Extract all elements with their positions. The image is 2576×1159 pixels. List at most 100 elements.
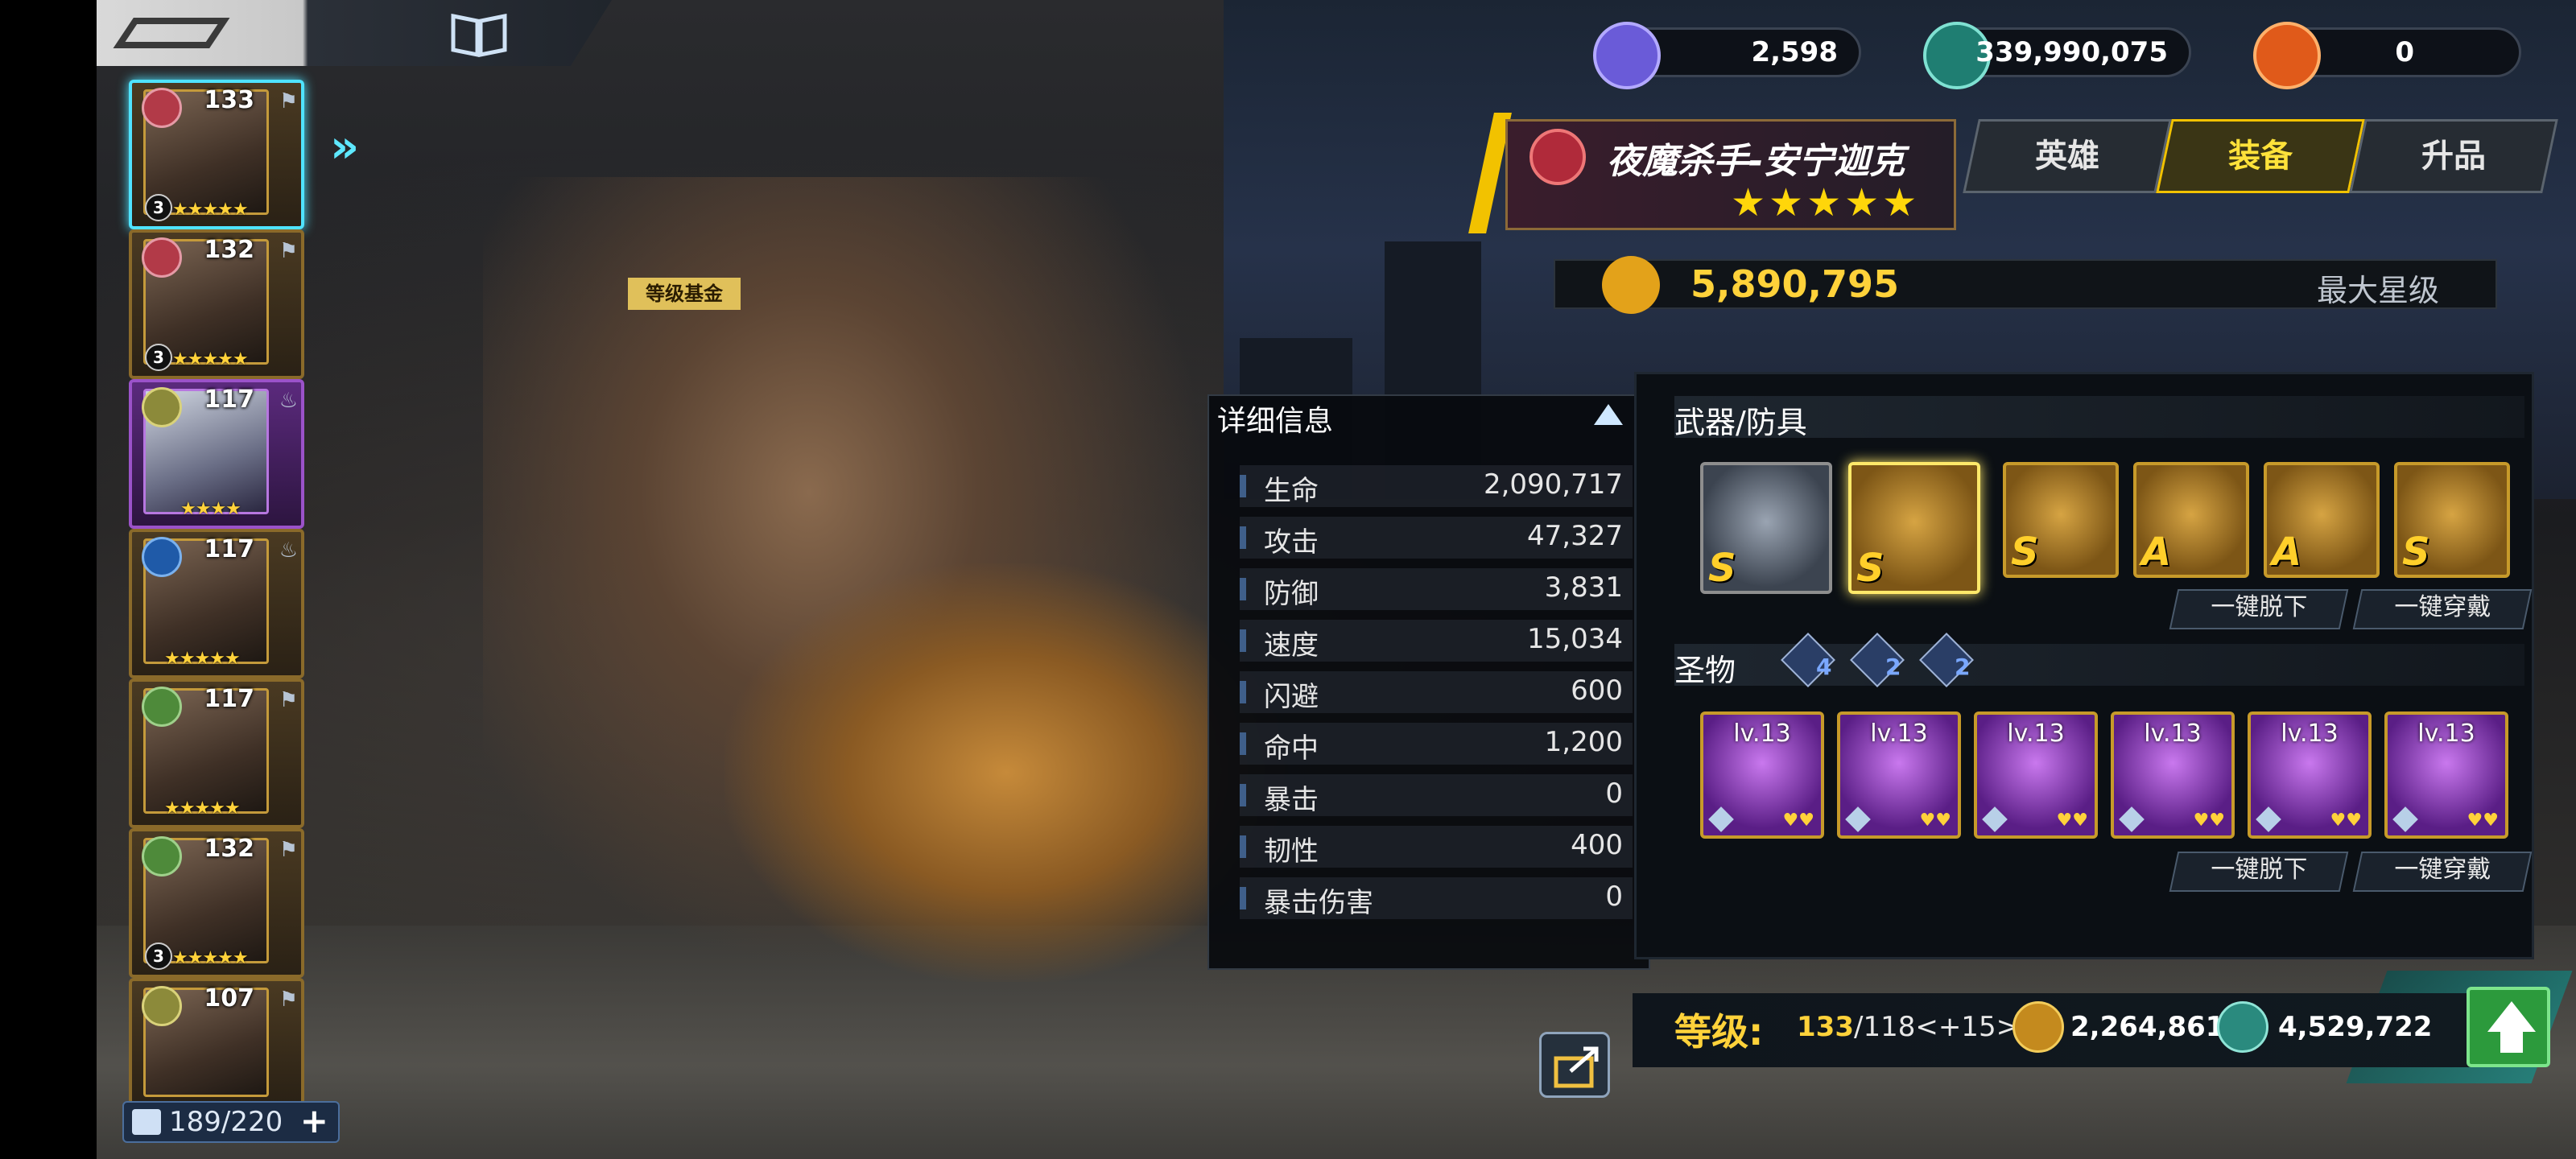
rank-badge: 3 [145, 344, 172, 371]
relic-hearts: ♥♥ [2330, 810, 2362, 831]
relic-slot[interactable]: lv.13 ♥♥ [1837, 711, 1961, 839]
gem-icon [1593, 22, 1661, 89]
tab-equipment[interactable]: 装备 [2156, 119, 2365, 193]
share-button[interactable] [1539, 1032, 1610, 1098]
hero-stars: ★★★★★ [172, 200, 249, 220]
weapon-armor-title: 武器/防具 [1674, 405, 1807, 440]
relic-level: lv.13 [2007, 720, 2065, 748]
add-slot-icon[interactable]: + [300, 1101, 328, 1140]
relic-set-count: 4 [1816, 654, 1832, 680]
collapse-triangle-icon[interactable] [1594, 404, 1623, 425]
stat-value: 2,090,717 [1483, 468, 1623, 501]
relic-title: 圣物 [1674, 653, 1736, 688]
tab-hero[interactable]: 英雄 [1963, 119, 2172, 193]
tiger-artwork [724, 563, 1288, 982]
level-cap: /118<+15> [1853, 1011, 2020, 1043]
item-grade: S [2402, 530, 2430, 575]
relic-slot[interactable]: lv.13 ♥♥ [2111, 711, 2235, 839]
hero-card[interactable]: 132 3 ★★★★★ ⚑ [129, 229, 304, 379]
relic-set-icon [1982, 806, 2008, 832]
hero-card[interactable]: 117 ★★★★ ♨ [129, 379, 304, 529]
faction-icon: ⚑ [279, 239, 298, 263]
relic-set-icon [2119, 806, 2145, 832]
rank-badge: 3 [145, 942, 172, 970]
equipment-slot[interactable]: A [2133, 462, 2249, 578]
hero-stars: ★★★★★ [164, 798, 241, 819]
relic-slot[interactable]: lv.13 ♥♥ [2248, 711, 2372, 839]
relic-level: lv.13 [1733, 720, 1791, 748]
credit-cost: 4,529,722 [2278, 1011, 2433, 1043]
stat-row: 命中 1,200 [1240, 723, 1633, 765]
credit-coin-icon [2217, 1001, 2268, 1053]
hero-level: 117 [204, 386, 254, 414]
stat-row: 速度 15,034 [1240, 620, 1633, 662]
hero-level: 132 [204, 236, 254, 264]
unequip-all-relics-button[interactable]: 一键脱下 [2169, 852, 2349, 892]
share-icon [1554, 1046, 1599, 1088]
hero-card[interactable]: 132 3 ★★★★★ ⚑ [129, 828, 304, 978]
stat-label: 命中 [1264, 732, 1319, 765]
stat-marker [1240, 681, 1246, 703]
orb-value: 0 [2395, 36, 2414, 68]
hero-card[interactable]: 117 ★★★★★ ♨ [129, 529, 304, 678]
faction-icon: ⚑ [279, 688, 298, 712]
back-button[interactable] [103, 5, 264, 61]
hero-card[interactable]: 107 ⚑ [129, 978, 304, 1105]
equipment-slot[interactable]: A [2264, 462, 2380, 578]
relic-slot[interactable]: lv.13 ♥♥ [1974, 711, 2098, 839]
stat-marker [1240, 784, 1246, 806]
item-grade: S [1856, 546, 1885, 591]
relic-set-icon [1708, 806, 1734, 832]
tab-promote[interactable]: 升品 [2349, 119, 2558, 193]
stat-value: 47,327 [1527, 520, 1623, 552]
stat-value: 600 [1571, 674, 1623, 707]
item-grade: A [2141, 530, 2172, 575]
credit-currency[interactable]: 339,990,075 [1923, 22, 2191, 89]
stat-row: 攻击 47,327 [1240, 517, 1633, 559]
class-icon [142, 687, 182, 727]
tab-label: 装备 [2228, 138, 2293, 175]
equipment-slot[interactable]: S [1700, 462, 1832, 594]
hero-level: 132 [204, 835, 254, 863]
level-fund-sign[interactable]: 等级基金 [628, 278, 741, 310]
hero-card[interactable]: 133 3 ★★★★★ ⚑ [129, 80, 304, 229]
combat-power: 5,890,795 [1690, 262, 1899, 306]
hero-slot-counter[interactable]: 189/220 + [122, 1101, 340, 1143]
stat-row: 闪避 600 [1240, 671, 1633, 713]
hero-level: 107 [204, 984, 254, 1013]
hero-stars: ★★★★★ [172, 349, 249, 369]
level-up-button[interactable] [2467, 987, 2550, 1067]
faction-icon: ⚑ [279, 89, 298, 113]
class-icon [142, 537, 182, 577]
relic-slot[interactable]: lv.13 ♥♥ [1700, 711, 1824, 839]
equip-all-relics-button[interactable]: 一键穿戴 [2352, 852, 2533, 892]
faction-icon: ⚑ [279, 988, 298, 1012]
stat-value: 0 [1605, 777, 1623, 810]
stat-row: 暴击 0 [1240, 774, 1633, 816]
equip-all-gear-button[interactable]: 一键穿戴 [2352, 589, 2533, 629]
up-arrow-stem [2500, 1032, 2523, 1053]
hero-card[interactable]: 117 ★★★★★ ⚑ [129, 678, 304, 828]
orb-currency[interactable]: 0 [2253, 22, 2521, 89]
relic-set-icon [1845, 806, 1871, 832]
hero-stars: ★★★★★ [164, 649, 241, 669]
relic-slot[interactable]: lv.13 ♥♥ [2384, 711, 2508, 839]
equipment-slot[interactable]: S [2394, 462, 2510, 578]
button-label: 一键穿戴 [2394, 593, 2491, 621]
hero-class-icon [1530, 129, 1586, 185]
class-icon [142, 387, 182, 427]
button-label: 一键脱下 [2211, 856, 2308, 884]
hero-level: 117 [204, 535, 254, 563]
equipment-slot[interactable]: S [1848, 462, 1980, 594]
fire-icon: ♨ [279, 389, 298, 413]
relic-level: lv.13 [2417, 720, 2475, 748]
book-button[interactable] [447, 8, 511, 60]
relic-level: lv.13 [1870, 720, 1928, 748]
relic-hearts: ♥♥ [2056, 810, 2088, 831]
power-fist-icon [1602, 256, 1660, 314]
level-value: 133/118<+15> [1797, 1011, 2019, 1043]
stat-marker [1240, 835, 1246, 858]
gem-currency[interactable]: 2,598 [1593, 22, 1861, 89]
unequip-all-gear-button[interactable]: 一键脱下 [2169, 589, 2349, 629]
equipment-slot[interactable]: S [2003, 462, 2119, 578]
